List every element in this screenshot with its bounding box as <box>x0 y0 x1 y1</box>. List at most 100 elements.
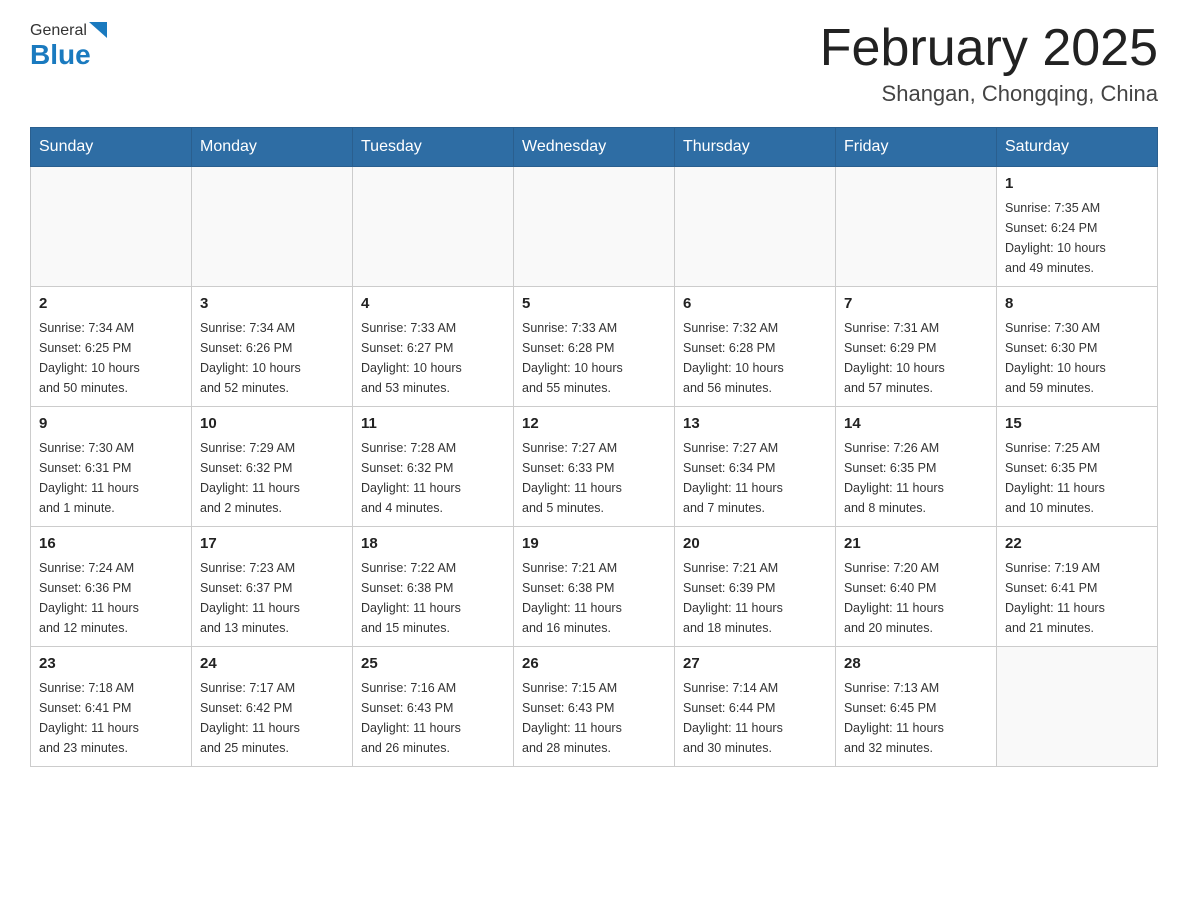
calendar-cell: 25Sunrise: 7:16 AMSunset: 6:43 PMDayligh… <box>353 647 514 767</box>
day-info: Daylight: 10 hours <box>1005 358 1149 378</box>
day-number: 12 <box>522 413 666 436</box>
day-info: Sunset: 6:45 PM <box>844 698 988 718</box>
calendar-cell: 10Sunrise: 7:29 AMSunset: 6:32 PMDayligh… <box>192 407 353 527</box>
day-info: Sunrise: 7:34 AM <box>39 318 183 338</box>
day-number: 19 <box>522 533 666 556</box>
day-info: Sunrise: 7:28 AM <box>361 438 505 458</box>
day-info: Sunrise: 7:24 AM <box>39 558 183 578</box>
calendar-cell: 9Sunrise: 7:30 AMSunset: 6:31 PMDaylight… <box>31 407 192 527</box>
calendar-table: SundayMondayTuesdayWednesdayThursdayFrid… <box>30 127 1158 767</box>
day-of-week-header: Monday <box>192 128 353 167</box>
calendar-cell <box>836 167 997 287</box>
day-info: Sunset: 6:41 PM <box>39 698 183 718</box>
calendar-cell: 3Sunrise: 7:34 AMSunset: 6:26 PMDaylight… <box>192 287 353 407</box>
month-title: February 2025 <box>820 20 1158 77</box>
day-info: Sunset: 6:43 PM <box>522 698 666 718</box>
week-row: 2Sunrise: 7:34 AMSunset: 6:25 PMDaylight… <box>31 287 1158 407</box>
calendar-cell <box>514 167 675 287</box>
day-info: Daylight: 11 hours <box>844 478 988 498</box>
day-info: Daylight: 10 hours <box>1005 238 1149 258</box>
day-info: Sunrise: 7:30 AM <box>1005 318 1149 338</box>
day-info: Sunrise: 7:19 AM <box>1005 558 1149 578</box>
page-header: General Blue February 2025 Shangan, Chon… <box>30 20 1158 107</box>
calendar-cell <box>997 647 1158 767</box>
day-info: Sunrise: 7:16 AM <box>361 678 505 698</box>
day-number: 5 <box>522 293 666 316</box>
day-number: 16 <box>39 533 183 556</box>
day-info: Daylight: 11 hours <box>844 598 988 618</box>
day-info: and 55 minutes. <box>522 378 666 398</box>
day-info: Daylight: 11 hours <box>522 598 666 618</box>
day-info: and 59 minutes. <box>1005 378 1149 398</box>
day-info: and 1 minute. <box>39 498 183 518</box>
day-info: Daylight: 11 hours <box>200 478 344 498</box>
day-info: Sunset: 6:26 PM <box>200 338 344 358</box>
day-number: 11 <box>361 413 505 436</box>
day-info: Sunset: 6:40 PM <box>844 578 988 598</box>
day-info: and 49 minutes. <box>1005 258 1149 278</box>
day-number: 6 <box>683 293 827 316</box>
day-info: Daylight: 10 hours <box>361 358 505 378</box>
day-info: Daylight: 11 hours <box>200 598 344 618</box>
day-info: Sunset: 6:38 PM <box>361 578 505 598</box>
day-info: Daylight: 11 hours <box>39 598 183 618</box>
day-number: 21 <box>844 533 988 556</box>
day-info: Sunset: 6:39 PM <box>683 578 827 598</box>
calendar-cell: 5Sunrise: 7:33 AMSunset: 6:28 PMDaylight… <box>514 287 675 407</box>
day-of-week-header: Tuesday <box>353 128 514 167</box>
calendar-cell: 23Sunrise: 7:18 AMSunset: 6:41 PMDayligh… <box>31 647 192 767</box>
day-number: 8 <box>1005 293 1149 316</box>
day-info: and 7 minutes. <box>683 498 827 518</box>
calendar-cell: 26Sunrise: 7:15 AMSunset: 6:43 PMDayligh… <box>514 647 675 767</box>
calendar-cell: 17Sunrise: 7:23 AMSunset: 6:37 PMDayligh… <box>192 527 353 647</box>
day-info: and 12 minutes. <box>39 618 183 638</box>
day-info: Sunrise: 7:18 AM <box>39 678 183 698</box>
calendar-cell: 13Sunrise: 7:27 AMSunset: 6:34 PMDayligh… <box>675 407 836 527</box>
day-info: Sunset: 6:35 PM <box>844 458 988 478</box>
calendar-cell: 24Sunrise: 7:17 AMSunset: 6:42 PMDayligh… <box>192 647 353 767</box>
day-info: Sunset: 6:38 PM <box>522 578 666 598</box>
calendar-cell <box>192 167 353 287</box>
day-info: and 10 minutes. <box>1005 498 1149 518</box>
day-info: and 57 minutes. <box>844 378 988 398</box>
calendar-cell: 28Sunrise: 7:13 AMSunset: 6:45 PMDayligh… <box>836 647 997 767</box>
day-number: 7 <box>844 293 988 316</box>
day-info: and 25 minutes. <box>200 738 344 758</box>
week-row: 9Sunrise: 7:30 AMSunset: 6:31 PMDaylight… <box>31 407 1158 527</box>
title-area: February 2025 Shangan, Chongqing, China <box>820 20 1158 107</box>
location: Shangan, Chongqing, China <box>820 81 1158 107</box>
day-info: Sunrise: 7:27 AM <box>522 438 666 458</box>
day-info: Sunrise: 7:21 AM <box>522 558 666 578</box>
day-of-week-header: Sunday <box>31 128 192 167</box>
day-info: Daylight: 10 hours <box>200 358 344 378</box>
day-info: and 18 minutes. <box>683 618 827 638</box>
day-info: and 5 minutes. <box>522 498 666 518</box>
day-info: and 20 minutes. <box>844 618 988 638</box>
day-info: Sunrise: 7:31 AM <box>844 318 988 338</box>
day-info: Daylight: 11 hours <box>683 598 827 618</box>
calendar-cell: 8Sunrise: 7:30 AMSunset: 6:30 PMDaylight… <box>997 287 1158 407</box>
day-info: Sunset: 6:36 PM <box>39 578 183 598</box>
week-row: 16Sunrise: 7:24 AMSunset: 6:36 PMDayligh… <box>31 527 1158 647</box>
week-row: 1Sunrise: 7:35 AMSunset: 6:24 PMDaylight… <box>31 167 1158 287</box>
day-info: and 56 minutes. <box>683 378 827 398</box>
day-info: Sunset: 6:32 PM <box>361 458 505 478</box>
day-of-week-header: Friday <box>836 128 997 167</box>
calendar-cell: 11Sunrise: 7:28 AMSunset: 6:32 PMDayligh… <box>353 407 514 527</box>
day-info: Daylight: 11 hours <box>39 478 183 498</box>
day-info: and 8 minutes. <box>844 498 988 518</box>
day-number: 23 <box>39 653 183 676</box>
day-number: 10 <box>200 413 344 436</box>
day-info: Sunrise: 7:33 AM <box>361 318 505 338</box>
day-number: 1 <box>1005 173 1149 196</box>
day-info: and 52 minutes. <box>200 378 344 398</box>
day-info: Sunset: 6:44 PM <box>683 698 827 718</box>
day-number: 20 <box>683 533 827 556</box>
calendar-cell: 2Sunrise: 7:34 AMSunset: 6:25 PMDaylight… <box>31 287 192 407</box>
day-info: Sunrise: 7:33 AM <box>522 318 666 338</box>
day-info: Daylight: 11 hours <box>361 598 505 618</box>
day-number: 18 <box>361 533 505 556</box>
calendar-cell: 7Sunrise: 7:31 AMSunset: 6:29 PMDaylight… <box>836 287 997 407</box>
calendar-cell: 4Sunrise: 7:33 AMSunset: 6:27 PMDaylight… <box>353 287 514 407</box>
day-info: Daylight: 11 hours <box>361 718 505 738</box>
